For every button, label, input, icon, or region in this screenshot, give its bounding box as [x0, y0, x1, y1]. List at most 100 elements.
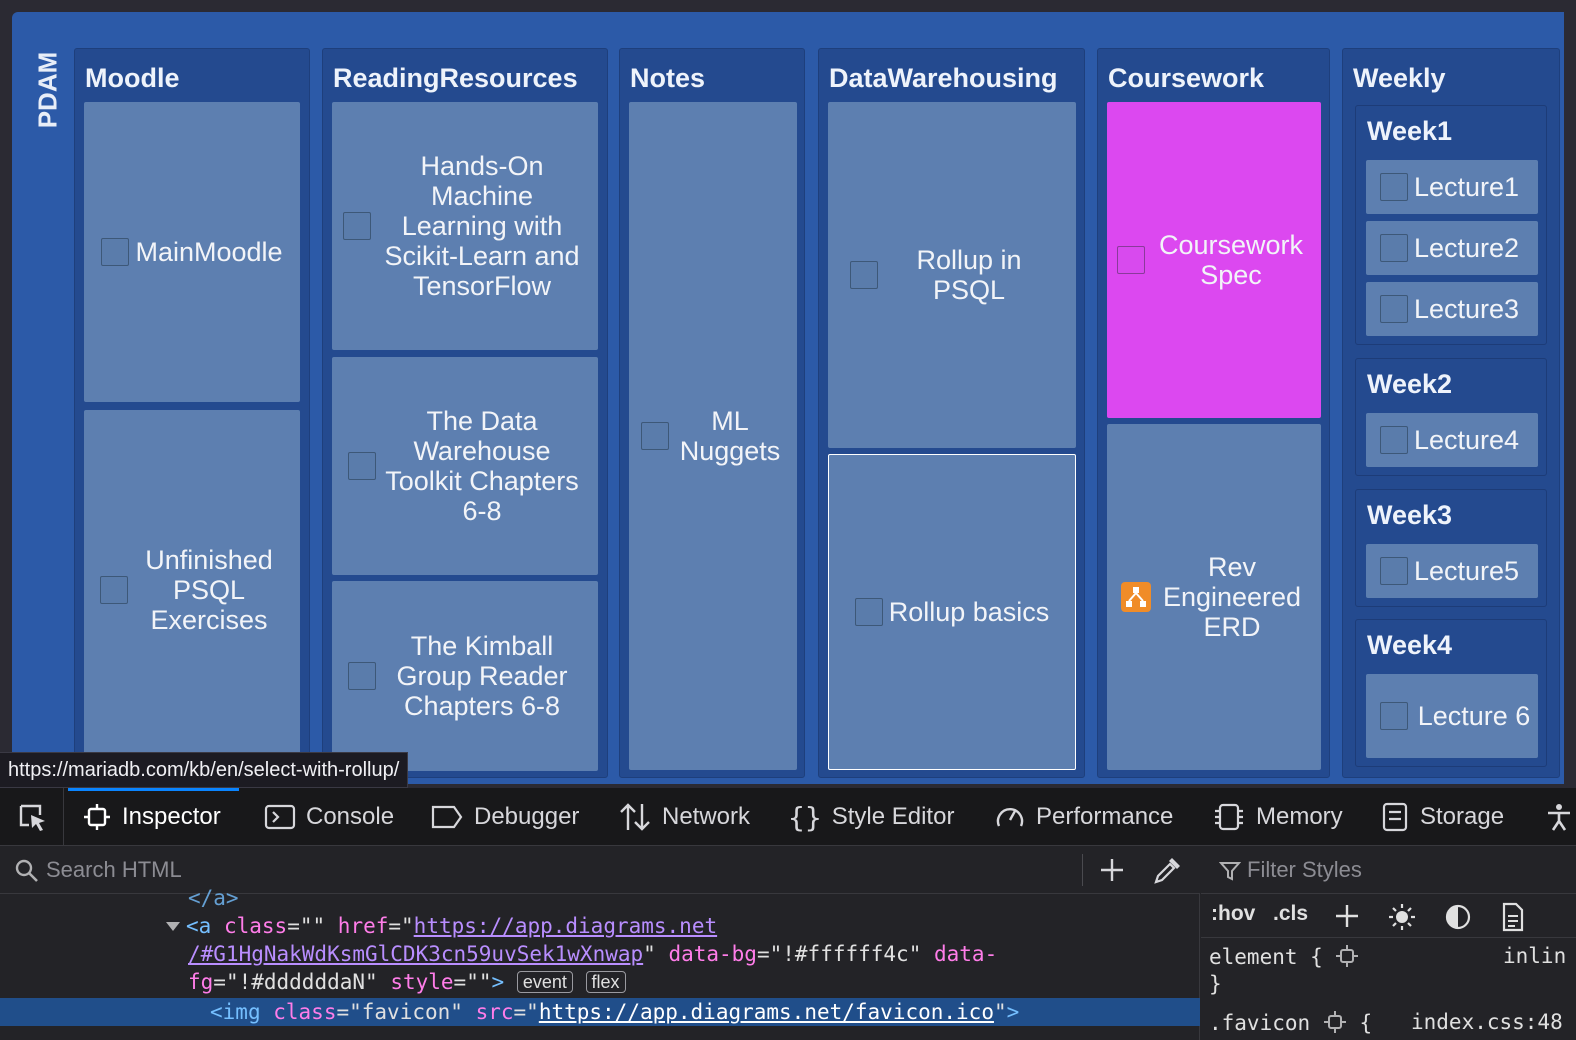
- card-checkbox[interactable]: [641, 422, 669, 450]
- card-checkbox[interactable]: [1380, 173, 1408, 201]
- element-rule[interactable]: element {: [1209, 944, 1359, 969]
- lecture-label: Lecture 6: [1417, 701, 1531, 731]
- card-checkbox[interactable]: [1117, 246, 1145, 274]
- tab-label: Inspector: [122, 803, 221, 830]
- card-label: The Data Warehouse Toolkit Chapters 6-8: [385, 406, 579, 526]
- card-label: Hands-On Machine Learning with Scikit-Le…: [384, 151, 580, 301]
- toolbar-separator: [1082, 854, 1083, 886]
- card-hands-on-ml[interactable]: Hands-On Machine Learning with Scikit-Le…: [332, 102, 598, 350]
- search-html-input[interactable]: [46, 854, 1066, 886]
- devtools-toolbar: Inspector Console Debugger Network {} St…: [0, 788, 1576, 846]
- card-label: Rollup in PSQL: [916, 245, 1022, 305]
- light-mode-icon[interactable]: [1387, 902, 1417, 932]
- chip-icon: [1215, 803, 1243, 831]
- tab-network[interactable]: Network: [618, 788, 750, 846]
- board-container: PDAM Moodle MainMoodle Unfinished PSQL E…: [12, 12, 1564, 784]
- card-checkbox[interactable]: [343, 212, 371, 240]
- card-rollup-in-psql[interactable]: Rollup in PSQL: [828, 102, 1076, 448]
- column-readingresources: ReadingResources Hands-On Machine Learni…: [322, 48, 608, 778]
- search-icon: [15, 859, 38, 882]
- tab-console[interactable]: Console: [264, 788, 394, 846]
- week-group-1: Week1 Lecture1 Lecture2 Lecture3: [1355, 105, 1547, 345]
- dark-mode-icon[interactable]: [1443, 902, 1473, 932]
- favicon-rule-source[interactable]: index.css:48: [1411, 1010, 1563, 1034]
- card-checkbox[interactable]: [1380, 702, 1408, 730]
- filter-styles-input[interactable]: [1247, 854, 1547, 886]
- img-src-link[interactable]: https://app.diagrams.net/favicon.ico: [539, 1000, 994, 1024]
- card-coursework-spec[interactable]: Coursework Spec: [1107, 102, 1321, 418]
- print-media-icon[interactable]: [1499, 902, 1527, 932]
- card-checkbox[interactable]: [1380, 426, 1408, 454]
- tab-performance[interactable]: Performance: [994, 788, 1173, 846]
- element-picker-button[interactable]: [0, 788, 64, 846]
- lecture-card[interactable]: Lecture2: [1366, 221, 1538, 275]
- eyedropper-icon[interactable]: [1152, 856, 1182, 886]
- card-checkbox[interactable]: [850, 261, 878, 289]
- tab-memory[interactable]: Memory: [1212, 788, 1343, 846]
- column-notes: Notes ML Nuggets: [619, 48, 805, 778]
- card-checkbox[interactable]: [1380, 557, 1408, 585]
- card-unfinished-psql[interactable]: Unfinished PSQL Exercises: [84, 410, 300, 770]
- rules-toolbar: :hov .cls: [1201, 894, 1576, 938]
- lecture-card[interactable]: Lecture3: [1366, 282, 1538, 336]
- markup-line-a-open-cont[interactable]: /#G1HgNakWdKsmGlCDK3cn59uvSek1wXnwap" da…: [188, 940, 997, 968]
- tab-storage[interactable]: Storage: [1380, 788, 1504, 846]
- markup-pane: </a> <a class="" href="https://app.diagr…: [0, 846, 1200, 1040]
- favicon-rule[interactable]: .favicon {: [1209, 1010, 1372, 1035]
- card-checkbox[interactable]: [348, 662, 376, 690]
- node-target-icon[interactable]: [1335, 944, 1359, 968]
- tab-style-editor[interactable]: {} Style Editor: [788, 788, 954, 846]
- add-node-icon[interactable]: [1098, 856, 1126, 884]
- tab-debugger[interactable]: Debugger: [430, 788, 579, 846]
- event-badge[interactable]: event: [516, 971, 573, 993]
- node-target-icon[interactable]: [1323, 1010, 1347, 1034]
- card-kimball-reader[interactable]: The Kimball Group Reader Chapters 6-8: [332, 581, 598, 771]
- diagrams-net-icon: [1121, 582, 1151, 612]
- top-strip: [0, 0, 1576, 12]
- expand-twisty-icon[interactable]: [166, 922, 180, 931]
- search-bar: [0, 846, 1200, 894]
- card-checkbox[interactable]: [101, 238, 130, 266]
- storage-icon: [1382, 802, 1408, 832]
- console-icon: [264, 804, 296, 830]
- card-checkbox[interactable]: [348, 452, 376, 480]
- href-link[interactable]: https://app.diagrams.net: [414, 914, 717, 938]
- href-link-cont[interactable]: /#G1HgNakWdKsmGlCDK3cn59uvSek1wXnwap: [188, 942, 643, 966]
- column-title: Weekly: [1353, 63, 1446, 93]
- gauge-icon: [996, 808, 1024, 827]
- devtools-panel: Inspector Console Debugger Network {} St…: [0, 788, 1576, 1040]
- card-checkbox[interactable]: [854, 598, 883, 626]
- element-rule-source: inlin: [1503, 944, 1567, 968]
- hover-state-button[interactable]: :hov: [1211, 902, 1255, 926]
- tab-label: Style Editor: [831, 803, 955, 830]
- lecture-card[interactable]: Lecture4: [1366, 413, 1538, 467]
- week-group-3: Week3 Lecture5: [1355, 489, 1547, 607]
- tab-inspector[interactable]: Inspector: [68, 788, 239, 846]
- card-checkbox[interactable]: [1380, 295, 1408, 323]
- flex-badge[interactable]: flex: [585, 971, 626, 993]
- markup-line-closing-a[interactable]: </a>: [188, 884, 239, 912]
- card-label: MainMoodle: [135, 237, 283, 267]
- markup-line-img-selected[interactable]: <img class="favicon" src="https://app.di…: [0, 998, 1200, 1026]
- week-title: Week4: [1367, 630, 1453, 660]
- card-ml-nuggets[interactable]: ML Nuggets: [629, 102, 797, 770]
- tab-label: Memory: [1256, 803, 1343, 830]
- card-rollup-basics[interactable]: Rollup basics: [828, 454, 1076, 770]
- element-picker-icon: [19, 804, 45, 831]
- markup-line-a-open[interactable]: <a class="" href="https://app.diagrams.n…: [166, 912, 717, 940]
- lecture-card[interactable]: Lecture 6: [1366, 674, 1538, 758]
- tab-label: Storage: [1420, 803, 1505, 830]
- add-rule-icon[interactable]: [1333, 902, 1361, 930]
- card-checkbox[interactable]: [100, 576, 128, 604]
- card-data-warehouse-toolkit[interactable]: The Data Warehouse Toolkit Chapters 6-8: [332, 357, 598, 575]
- lecture-card[interactable]: Lecture1: [1366, 160, 1538, 214]
- lecture-card[interactable]: Lecture5: [1366, 544, 1538, 598]
- card-checkbox[interactable]: [1380, 234, 1408, 262]
- week-title: Week2: [1367, 369, 1453, 399]
- card-label: The Kimball Group Reader Chapters 6-8: [396, 631, 568, 721]
- tab-accessibility[interactable]: [1544, 788, 1574, 846]
- card-rev-engineered-erd[interactable]: Rev Engineered ERD: [1107, 424, 1321, 770]
- class-toggle-button[interactable]: .cls: [1273, 902, 1308, 926]
- card-mainmoodle[interactable]: MainMoodle: [84, 102, 300, 402]
- markup-line-a-open-cont2[interactable]: fg="!#ddddddaN" style=""> event flex: [188, 968, 626, 996]
